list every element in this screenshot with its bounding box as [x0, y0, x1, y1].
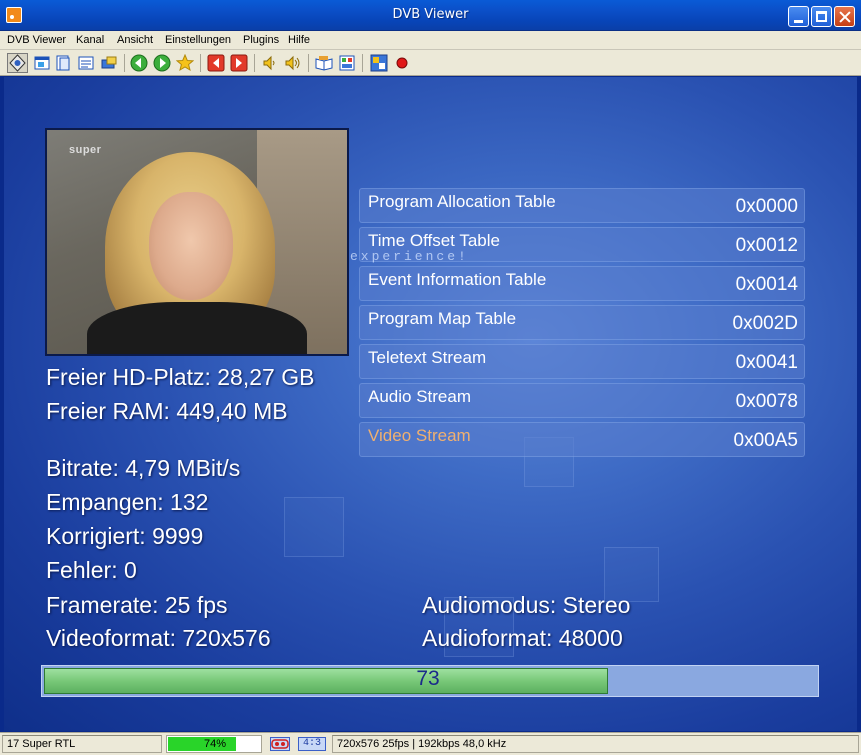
pid-name: Program Allocation Table — [368, 192, 556, 211]
status-stream-info: 720x576 25fps | 192kbps 48,0 kHz — [332, 735, 859, 753]
menu-dvb-viewer[interactable]: DVB Viewer — [7, 34, 66, 46]
favorites-icon[interactable] — [175, 53, 195, 72]
pid-name: Time Offset Table — [368, 231, 500, 250]
osd-icon[interactable] — [7, 53, 28, 73]
title-bar: DVB Viewer — [0, 0, 861, 31]
status-channel: 17 Super RTL — [2, 735, 162, 753]
prev-channel-icon[interactable] — [207, 54, 225, 72]
experience-watermark: experience! — [350, 249, 469, 264]
epg-icon[interactable] — [54, 54, 72, 72]
framerate: Framerate: 25 fps — [46, 592, 228, 618]
menu-ansicht[interactable]: Ansicht — [117, 34, 153, 46]
status-progress-label: 74% — [203, 738, 227, 750]
signal-strength-label: 73 — [416, 667, 440, 690]
minimize-icon — [794, 20, 803, 23]
pid-value: 0x00A5 — [733, 430, 798, 451]
video-preview: super — [45, 128, 349, 356]
aspect-ratio-badge[interactable]: 4:3 — [298, 737, 326, 751]
video-person-face — [149, 192, 233, 300]
volume-up-icon[interactable] — [284, 54, 302, 72]
free-ram: Freier RAM: 449,40 MB — [46, 398, 288, 424]
picture-settings-icon[interactable] — [338, 54, 356, 72]
signal-strength-bar: 73 — [41, 665, 819, 697]
pid-row-eit[interactable]: Event Information Table 0x0014 — [359, 266, 805, 301]
pid-name: Program Map Table — [368, 309, 517, 328]
toolbar-separator — [362, 54, 363, 72]
background-decoration — [284, 497, 344, 557]
pid-row-video[interactable]: Video Stream 0x00A5 — [359, 422, 805, 457]
channel-logo: super — [69, 144, 102, 156]
maximize-button[interactable] — [811, 6, 832, 27]
record-status-icon[interactable] — [270, 737, 290, 751]
osd-info-screen: super Freier HD-Platz: 28,27 GB Freier R… — [4, 77, 857, 731]
close-button[interactable] — [834, 6, 855, 27]
pid-name: Audio Stream — [368, 387, 471, 406]
error-count: Fehler: 0 — [46, 557, 137, 583]
forward-icon[interactable] — [153, 54, 171, 72]
toolbar-separator — [308, 54, 309, 72]
pid-name: Video Stream — [368, 426, 471, 445]
pid-value: 0x0014 — [735, 274, 798, 295]
pid-name: Event Information Table — [368, 270, 547, 289]
pid-row-teletext[interactable]: Teletext Stream 0x0041 — [359, 344, 805, 379]
volume-down-icon[interactable] — [261, 54, 279, 72]
toolbar-separator — [254, 54, 255, 72]
window-icon[interactable] — [33, 54, 51, 72]
next-channel-icon[interactable] — [230, 54, 248, 72]
audio-format: Audioformat: 48000 — [422, 625, 623, 651]
recorder-icon[interactable] — [100, 54, 118, 72]
pid-value: 0x002D — [732, 313, 799, 334]
video-person-body — [87, 302, 307, 354]
menu-hilfe[interactable]: Hilfe — [288, 34, 310, 46]
pid-row-audio[interactable]: Audio Stream 0x0078 — [359, 383, 805, 418]
pid-value: 0x0078 — [735, 391, 798, 412]
toolbar-separator — [124, 54, 125, 72]
pid-row-pat[interactable]: Program Allocation Table 0x0000 — [359, 188, 805, 223]
menu-plugins[interactable]: Plugins — [243, 34, 279, 46]
bitrate: Bitrate: 4,79 MBit/s — [46, 455, 241, 481]
corrected-errors: Korrigiert: 9999 — [46, 523, 204, 549]
video-format: Videoformat: 720x576 — [46, 625, 271, 651]
pid-value: 0x0000 — [735, 196, 798, 217]
pid-name: Teletext Stream — [368, 348, 487, 367]
menu-bar: DVB Viewer Kanal Ansicht Einstellungen P… — [0, 31, 861, 50]
menu-kanal[interactable]: Kanal — [76, 34, 104, 46]
free-hd-space: Freier HD-Platz: 28,27 GB — [46, 364, 315, 390]
menu-einstellungen[interactable]: Einstellungen — [165, 34, 231, 46]
maximize-icon — [816, 11, 827, 22]
pid-value: 0x0041 — [735, 352, 798, 373]
status-progress: 74% — [166, 735, 262, 753]
received-packets: Empangen: 132 — [46, 489, 209, 515]
guide-book-icon[interactable] — [315, 54, 333, 72]
minimize-button[interactable] — [788, 6, 809, 27]
audio-mode: Audiomodus: Stereo — [422, 592, 631, 618]
toolbar-separator — [200, 54, 201, 72]
options-icon[interactable] — [370, 54, 388, 72]
toolbar — [0, 50, 861, 76]
pid-value: 0x0012 — [735, 235, 798, 256]
status-bar: 17 Super RTL 74% 4:3 720x576 25fps | 192… — [0, 732, 861, 755]
back-icon[interactable] — [130, 54, 148, 72]
pid-row-pmt[interactable]: Program Map Table 0x002D — [359, 305, 805, 340]
teletext-icon[interactable] — [77, 54, 95, 72]
window-title: DVB Viewer — [392, 7, 469, 22]
record-icon[interactable] — [393, 54, 411, 72]
